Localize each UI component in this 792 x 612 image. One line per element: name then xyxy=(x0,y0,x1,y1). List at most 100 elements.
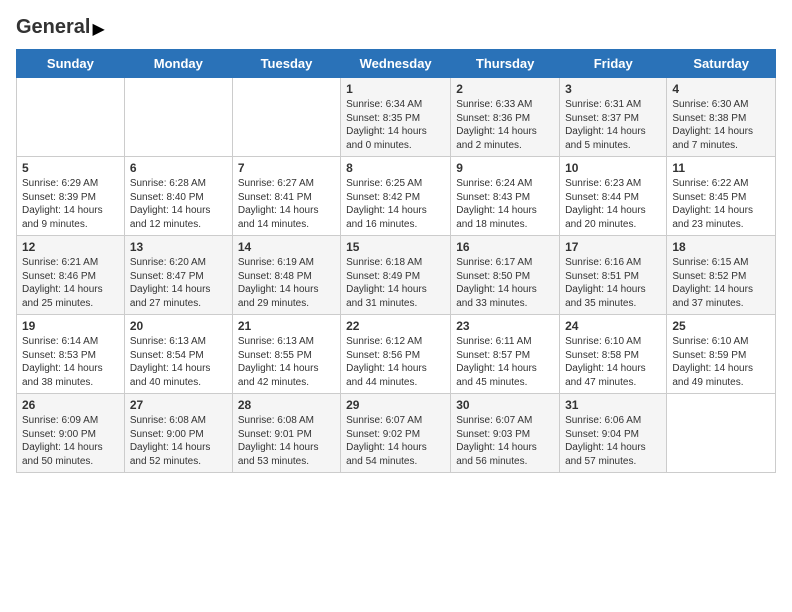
week-row-4: 19 Sunrise: 6:14 AM Sunset: 8:53 PM Dayli… xyxy=(17,315,776,394)
calendar-cell: 10 Sunrise: 6:23 AM Sunset: 8:44 PM Dayli… xyxy=(560,157,667,236)
day-content: Sunrise: 6:12 AM Sunset: 8:56 PM Dayligh… xyxy=(346,335,445,389)
day-content: Sunrise: 6:33 AM Sunset: 8:36 PM Dayligh… xyxy=(456,98,554,152)
day-header-sunday: Sunday xyxy=(17,50,125,78)
calendar-cell: 26Sunrise: 6:09 AM Sunset: 9:00 PM Dayli… xyxy=(17,394,125,473)
day-number: 4 xyxy=(672,82,770,96)
calendar-cell: 13 Sunrise: 6:20 AM Sunset: 8:47 PM Dayli… xyxy=(124,236,232,315)
calendar-cell: 6 Sunrise: 6:28 AM Sunset: 8:40 PM Daylig… xyxy=(124,157,232,236)
day-number: 6 xyxy=(130,161,227,175)
day-number: 14 xyxy=(238,240,335,254)
day-content: Sunrise: 6:11 AM Sunset: 8:57 PM Dayligh… xyxy=(456,335,554,389)
calendar-cell: 24 Sunrise: 6:10 AM Sunset: 8:58 PM Dayli… xyxy=(560,315,667,394)
week-row-3: 12 Sunrise: 6:21 AM Sunset: 8:46 PM Dayli… xyxy=(17,236,776,315)
day-content: Sunrise: 6:20 AM Sunset: 8:47 PM Dayligh… xyxy=(130,256,227,310)
logo-triangle: ▶ xyxy=(92,19,104,39)
calendar-cell: 16 Sunrise: 6:17 AM Sunset: 8:50 PM Dayli… xyxy=(451,236,560,315)
calendar-cell: 15 Sunrise: 6:18 AM Sunset: 8:49 PM Dayli… xyxy=(341,236,451,315)
calendar-cell: 25Sunrise: 6:10 AM Sunset: 8:59 PM Dayli… xyxy=(667,315,776,394)
calendar-cell: 4 Sunrise: 6:30 AM Sunset: 8:38 PM Daylig… xyxy=(667,78,776,157)
day-content: Sunrise: 6:28 AM Sunset: 8:40 PM Dayligh… xyxy=(130,177,227,231)
day-header-saturday: Saturday xyxy=(667,50,776,78)
day-content: Sunrise: 6:22 AM Sunset: 8:45 PM Dayligh… xyxy=(672,177,770,231)
day-content: Sunrise: 6:31 AM Sunset: 8:37 PM Dayligh… xyxy=(565,98,661,152)
page-header: General▶ xyxy=(16,16,776,37)
calendar-cell: 19 Sunrise: 6:14 AM Sunset: 8:53 PM Dayli… xyxy=(17,315,125,394)
day-number: 20 xyxy=(130,319,227,333)
calendar-cell xyxy=(17,78,125,157)
day-content: Sunrise: 6:13 AM Sunset: 8:54 PM Dayligh… xyxy=(130,335,227,389)
day-header-monday: Monday xyxy=(124,50,232,78)
day-number: 15 xyxy=(346,240,445,254)
day-number: 11 xyxy=(672,161,770,175)
day-content: Sunrise: 6:17 AM Sunset: 8:50 PM Dayligh… xyxy=(456,256,554,310)
day-number: 19 xyxy=(22,319,119,333)
calendar-cell: 2Sunrise: 6:33 AM Sunset: 8:36 PM Daylig… xyxy=(451,78,560,157)
day-number: 30 xyxy=(456,398,554,412)
day-content: Sunrise: 6:24 AM Sunset: 8:43 PM Dayligh… xyxy=(456,177,554,231)
week-row-5: 26Sunrise: 6:09 AM Sunset: 9:00 PM Dayli… xyxy=(17,394,776,473)
calendar-body: 1 Sunrise: 6:34 AM Sunset: 8:35 PM Daylig… xyxy=(17,78,776,473)
day-content: Sunrise: 6:34 AM Sunset: 8:35 PM Dayligh… xyxy=(346,98,445,152)
calendar-header-row: SundayMondayTuesdayWednesdayThursdayFrid… xyxy=(17,50,776,78)
calendar-cell: 27 Sunrise: 6:08 AM Sunset: 9:00 PM Dayli… xyxy=(124,394,232,473)
logo-text: General▶ xyxy=(16,16,105,39)
day-number: 3 xyxy=(565,82,661,96)
calendar-table: SundayMondayTuesdayWednesdayThursdayFrid… xyxy=(16,49,776,473)
day-content: Sunrise: 6:27 AM Sunset: 8:41 PM Dayligh… xyxy=(238,177,335,231)
day-number: 9 xyxy=(456,161,554,175)
day-number: 7 xyxy=(238,161,335,175)
day-content: Sunrise: 6:10 AM Sunset: 8:59 PM Dayligh… xyxy=(672,335,770,389)
day-content: Sunrise: 6:23 AM Sunset: 8:44 PM Dayligh… xyxy=(565,177,661,231)
day-content: Sunrise: 6:25 AM Sunset: 8:42 PM Dayligh… xyxy=(346,177,445,231)
day-content: Sunrise: 6:29 AM Sunset: 8:39 PM Dayligh… xyxy=(22,177,119,231)
day-content: Sunrise: 6:30 AM Sunset: 8:38 PM Dayligh… xyxy=(672,98,770,152)
calendar-cell: 17 Sunrise: 6:16 AM Sunset: 8:51 PM Dayli… xyxy=(560,236,667,315)
day-number: 5 xyxy=(22,161,119,175)
day-content: Sunrise: 6:09 AM Sunset: 9:00 PM Dayligh… xyxy=(22,414,119,468)
day-number: 13 xyxy=(130,240,227,254)
calendar-cell: 21 Sunrise: 6:13 AM Sunset: 8:55 PM Dayli… xyxy=(232,315,340,394)
calendar-cell: 20 Sunrise: 6:13 AM Sunset: 8:54 PM Dayli… xyxy=(124,315,232,394)
calendar-cell: 30Sunrise: 6:07 AM Sunset: 9:03 PM Dayli… xyxy=(451,394,560,473)
day-content: Sunrise: 6:19 AM Sunset: 8:48 PM Dayligh… xyxy=(238,256,335,310)
day-number: 10 xyxy=(565,161,661,175)
week-row-1: 1 Sunrise: 6:34 AM Sunset: 8:35 PM Daylig… xyxy=(17,78,776,157)
day-header-thursday: Thursday xyxy=(451,50,560,78)
day-number: 18 xyxy=(672,240,770,254)
day-content: Sunrise: 6:06 AM Sunset: 9:04 PM Dayligh… xyxy=(565,414,661,468)
day-number: 1 xyxy=(346,82,445,96)
calendar-cell: 28Sunrise: 6:08 AM Sunset: 9:01 PM Dayli… xyxy=(232,394,340,473)
day-number: 27 xyxy=(130,398,227,412)
logo-general: General xyxy=(16,16,90,38)
calendar-cell: 14 Sunrise: 6:19 AM Sunset: 8:48 PM Dayli… xyxy=(232,236,340,315)
logo: General▶ xyxy=(16,16,105,37)
day-number: 17 xyxy=(565,240,661,254)
day-number: 21 xyxy=(238,319,335,333)
calendar-cell: 11 Sunrise: 6:22 AM Sunset: 8:45 PM Dayli… xyxy=(667,157,776,236)
calendar-cell: 23 Sunrise: 6:11 AM Sunset: 8:57 PM Dayli… xyxy=(451,315,560,394)
day-number: 24 xyxy=(565,319,661,333)
day-content: Sunrise: 6:21 AM Sunset: 8:46 PM Dayligh… xyxy=(22,256,119,310)
calendar-cell: 1 Sunrise: 6:34 AM Sunset: 8:35 PM Daylig… xyxy=(341,78,451,157)
day-number: 16 xyxy=(456,240,554,254)
day-number: 23 xyxy=(456,319,554,333)
day-content: Sunrise: 6:14 AM Sunset: 8:53 PM Dayligh… xyxy=(22,335,119,389)
calendar-cell xyxy=(667,394,776,473)
day-number: 12 xyxy=(22,240,119,254)
day-content: Sunrise: 6:13 AM Sunset: 8:55 PM Dayligh… xyxy=(238,335,335,389)
calendar-cell: 8Sunrise: 6:25 AM Sunset: 8:42 PM Daylig… xyxy=(341,157,451,236)
day-header-wednesday: Wednesday xyxy=(341,50,451,78)
calendar-cell: 5 Sunrise: 6:29 AM Sunset: 8:39 PM Daylig… xyxy=(17,157,125,236)
day-content: Sunrise: 6:08 AM Sunset: 9:00 PM Dayligh… xyxy=(130,414,227,468)
day-number: 22 xyxy=(346,319,445,333)
day-content: Sunrise: 6:15 AM Sunset: 8:52 PM Dayligh… xyxy=(672,256,770,310)
day-content: Sunrise: 6:16 AM Sunset: 8:51 PM Dayligh… xyxy=(565,256,661,310)
calendar-cell: 7 Sunrise: 6:27 AM Sunset: 8:41 PM Daylig… xyxy=(232,157,340,236)
day-content: Sunrise: 6:18 AM Sunset: 8:49 PM Dayligh… xyxy=(346,256,445,310)
week-row-2: 5 Sunrise: 6:29 AM Sunset: 8:39 PM Daylig… xyxy=(17,157,776,236)
calendar-cell: 18 Sunrise: 6:15 AM Sunset: 8:52 PM Dayli… xyxy=(667,236,776,315)
calendar-cell: 9 Sunrise: 6:24 AM Sunset: 8:43 PM Daylig… xyxy=(451,157,560,236)
day-content: Sunrise: 6:10 AM Sunset: 8:58 PM Dayligh… xyxy=(565,335,661,389)
day-header-tuesday: Tuesday xyxy=(232,50,340,78)
day-content: Sunrise: 6:08 AM Sunset: 9:01 PM Dayligh… xyxy=(238,414,335,468)
